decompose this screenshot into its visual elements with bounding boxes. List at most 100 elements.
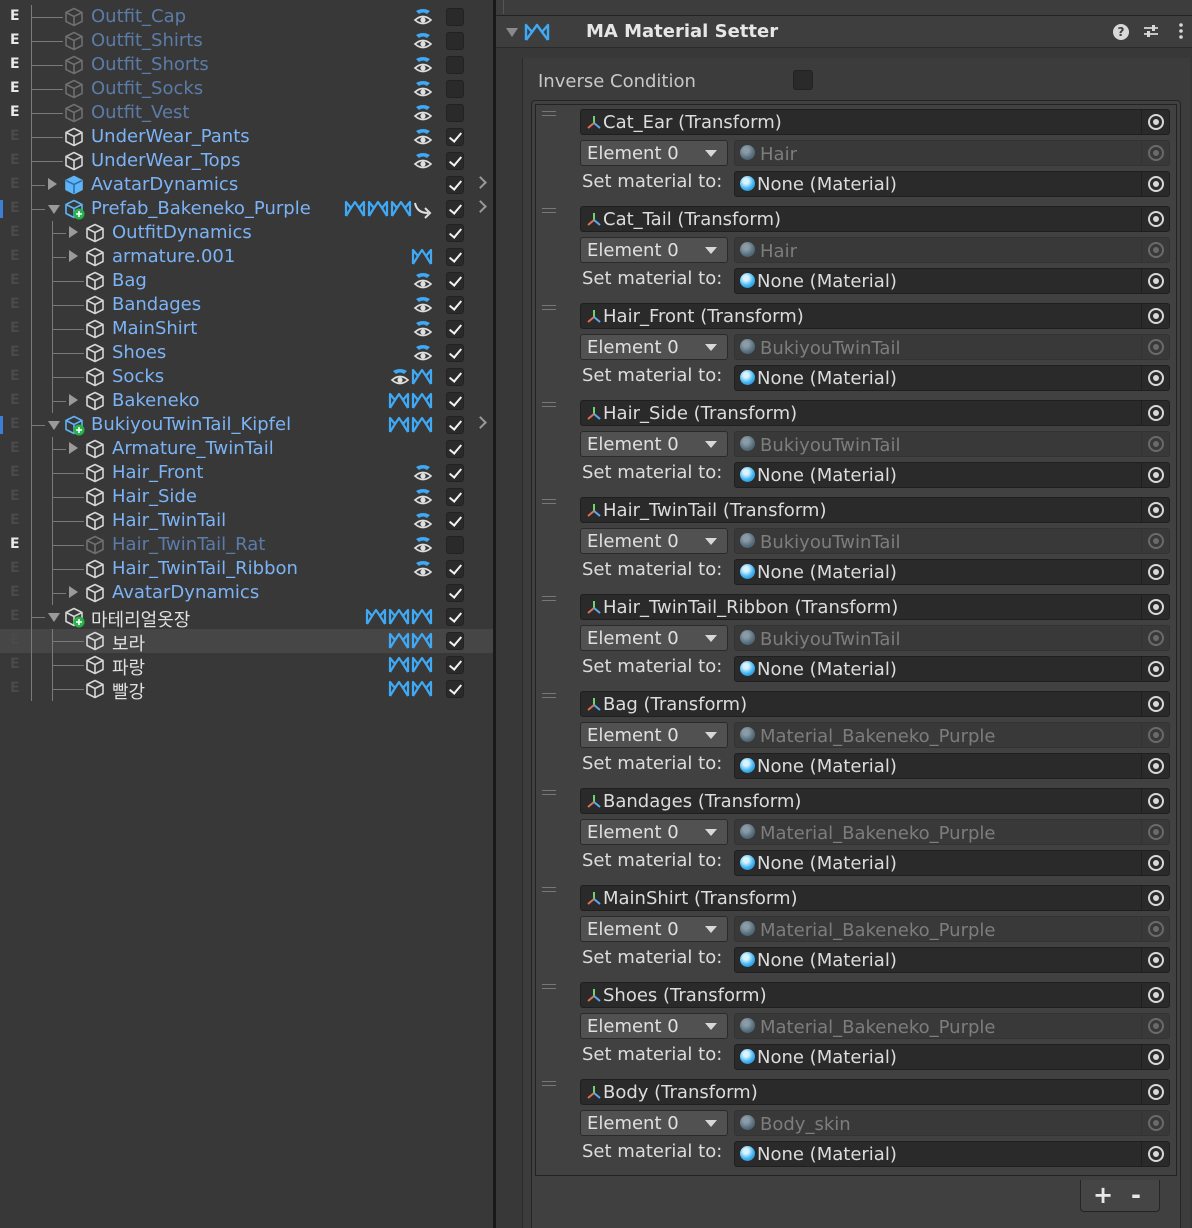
object-picker-icon[interactable] xyxy=(1141,851,1169,875)
material-slot-dropdown[interactable]: Element 0 xyxy=(580,528,728,554)
active-toggle[interactable] xyxy=(446,8,464,26)
active-toggle[interactable] xyxy=(446,632,464,650)
hierarchy-row[interactable]: E Hair_TwinTail xyxy=(0,509,493,533)
new-material-field[interactable]: None (Material) xyxy=(734,947,1170,973)
active-toggle[interactable] xyxy=(446,224,464,242)
object-picker-icon[interactable] xyxy=(1141,595,1169,619)
hierarchy-row[interactable]: E Bandages xyxy=(0,293,493,317)
active-toggle[interactable] xyxy=(446,80,464,98)
object-picker-icon[interactable] xyxy=(1141,560,1169,584)
expand-open-icon[interactable] xyxy=(48,205,60,214)
target-object-field[interactable]: Cat_Tail (Transform) xyxy=(580,206,1170,232)
hierarchy-row[interactable]: E 파랑 xyxy=(0,653,493,679)
new-material-field[interactable]: None (Material) xyxy=(734,753,1170,779)
active-toggle[interactable] xyxy=(446,608,464,626)
open-prefab-arrow-icon[interactable] xyxy=(474,176,487,189)
new-material-field[interactable]: None (Material) xyxy=(734,268,1170,294)
material-slot-dropdown[interactable]: Element 0 xyxy=(580,237,728,263)
target-object-field[interactable]: Bandages (Transform) xyxy=(580,788,1170,814)
hierarchy-row[interactable]: E Outfit_Cap xyxy=(0,5,493,29)
hierarchy-row[interactable]: E Outfit_Shirts xyxy=(0,29,493,53)
object-picker-icon[interactable] xyxy=(1141,1045,1169,1069)
inverse-condition-checkbox[interactable] xyxy=(793,70,813,90)
expand-closed-icon[interactable] xyxy=(69,250,78,262)
hierarchy-row[interactable]: E 마테리얼옷장 xyxy=(0,605,493,631)
target-object-field[interactable]: Hair_Side (Transform) xyxy=(580,400,1170,426)
material-slot-dropdown[interactable]: Element 0 xyxy=(580,431,728,457)
object-picker-icon[interactable] xyxy=(1141,1142,1169,1166)
expand-closed-icon[interactable] xyxy=(69,226,78,238)
active-toggle[interactable] xyxy=(446,344,464,362)
hierarchy-row[interactable]: Earmature.001 xyxy=(0,245,493,269)
drag-handle[interactable] xyxy=(542,305,556,313)
active-toggle[interactable] xyxy=(446,584,464,602)
material-slot-dropdown[interactable]: Element 0 xyxy=(580,819,728,845)
object-picker-icon[interactable] xyxy=(1141,948,1169,972)
hierarchy-row[interactable]: E 보라 xyxy=(0,629,493,655)
active-toggle[interactable] xyxy=(446,104,464,122)
object-picker-icon[interactable] xyxy=(1141,1080,1169,1104)
target-object-field[interactable]: Hair_Front (Transform) xyxy=(580,303,1170,329)
hierarchy-row[interactable]: E Bag xyxy=(0,269,493,293)
hierarchy-row[interactable]: E Hair_TwinTail_Rat xyxy=(0,533,493,557)
object-picker-icon[interactable] xyxy=(1141,754,1169,778)
active-toggle[interactable] xyxy=(446,560,464,578)
material-slot-dropdown[interactable]: Element 0 xyxy=(580,916,728,942)
hierarchy-row[interactable]: E OutfitDynamics xyxy=(0,221,493,245)
open-prefab-arrow-icon[interactable] xyxy=(474,416,487,429)
material-slot-dropdown[interactable]: Element 0 xyxy=(580,1013,728,1039)
expand-closed-icon[interactable] xyxy=(69,442,78,454)
object-picker-icon[interactable] xyxy=(1141,110,1169,134)
hierarchy-row[interactable]: E 빨강 xyxy=(0,677,493,703)
hierarchy-row[interactable]: E UnderWear_Tops xyxy=(0,149,493,173)
object-picker-icon[interactable] xyxy=(1141,657,1169,681)
hierarchy-row[interactable]: E Socks xyxy=(0,365,493,389)
object-picker-icon[interactable] xyxy=(1141,401,1169,425)
hierarchy-row[interactable]: E Hair_Front xyxy=(0,461,493,485)
object-picker-icon[interactable] xyxy=(1141,172,1169,196)
object-picker-icon[interactable] xyxy=(1141,692,1169,716)
hierarchy-row[interactable]: E Shoes xyxy=(0,341,493,365)
hierarchy-row[interactable]: E AvatarDynamics xyxy=(0,173,493,197)
drag-handle[interactable] xyxy=(542,208,556,216)
target-object-field[interactable]: Bag (Transform) xyxy=(580,691,1170,717)
active-toggle[interactable] xyxy=(446,152,464,170)
new-material-field[interactable]: None (Material) xyxy=(734,1141,1170,1167)
hierarchy-row[interactable]: E Outfit_Socks xyxy=(0,77,493,101)
expand-closed-icon[interactable] xyxy=(48,178,57,190)
object-picker-icon[interactable] xyxy=(1141,269,1169,293)
new-material-field[interactable]: None (Material) xyxy=(734,171,1170,197)
active-toggle[interactable] xyxy=(446,440,464,458)
context-menu-icon[interactable] xyxy=(1172,22,1190,40)
active-toggle[interactable] xyxy=(446,656,464,674)
hierarchy-row[interactable]: E Hair_TwinTail_Ribbon xyxy=(0,557,493,581)
new-material-field[interactable]: None (Material) xyxy=(734,559,1170,585)
remove-entry-button[interactable]: - xyxy=(1131,1181,1141,1209)
expand-open-icon[interactable] xyxy=(48,613,60,622)
object-picker-icon[interactable] xyxy=(1141,983,1169,1007)
drag-handle[interactable] xyxy=(542,790,556,798)
target-object-field[interactable]: Cat_Ear (Transform) xyxy=(580,109,1170,135)
object-picker-icon[interactable] xyxy=(1141,463,1169,487)
drag-handle[interactable] xyxy=(542,499,556,507)
material-slot-dropdown[interactable]: Element 0 xyxy=(580,140,728,166)
material-slot-dropdown[interactable]: Element 0 xyxy=(580,722,728,748)
active-toggle[interactable] xyxy=(446,128,464,146)
material-slot-dropdown[interactable]: Element 0 xyxy=(580,334,728,360)
material-slot-dropdown[interactable]: Element 0 xyxy=(580,625,728,651)
active-toggle[interactable] xyxy=(446,680,464,698)
active-toggle[interactable] xyxy=(446,488,464,506)
target-object-field[interactable]: Hair_TwinTail_Ribbon (Transform) xyxy=(580,594,1170,620)
new-material-field[interactable]: None (Material) xyxy=(734,850,1170,876)
target-object-field[interactable]: Hair_TwinTail (Transform) xyxy=(580,497,1170,523)
active-toggle[interactable] xyxy=(446,368,464,386)
new-material-field[interactable]: None (Material) xyxy=(734,1044,1170,1070)
object-picker-icon[interactable] xyxy=(1141,207,1169,231)
target-object-field[interactable]: MainShirt (Transform) xyxy=(580,885,1170,911)
expand-closed-icon[interactable] xyxy=(69,586,78,598)
active-toggle[interactable] xyxy=(446,32,464,50)
active-toggle[interactable] xyxy=(446,272,464,290)
new-material-field[interactable]: None (Material) xyxy=(734,462,1170,488)
new-material-field[interactable]: None (Material) xyxy=(734,365,1170,391)
drag-handle[interactable] xyxy=(542,693,556,701)
